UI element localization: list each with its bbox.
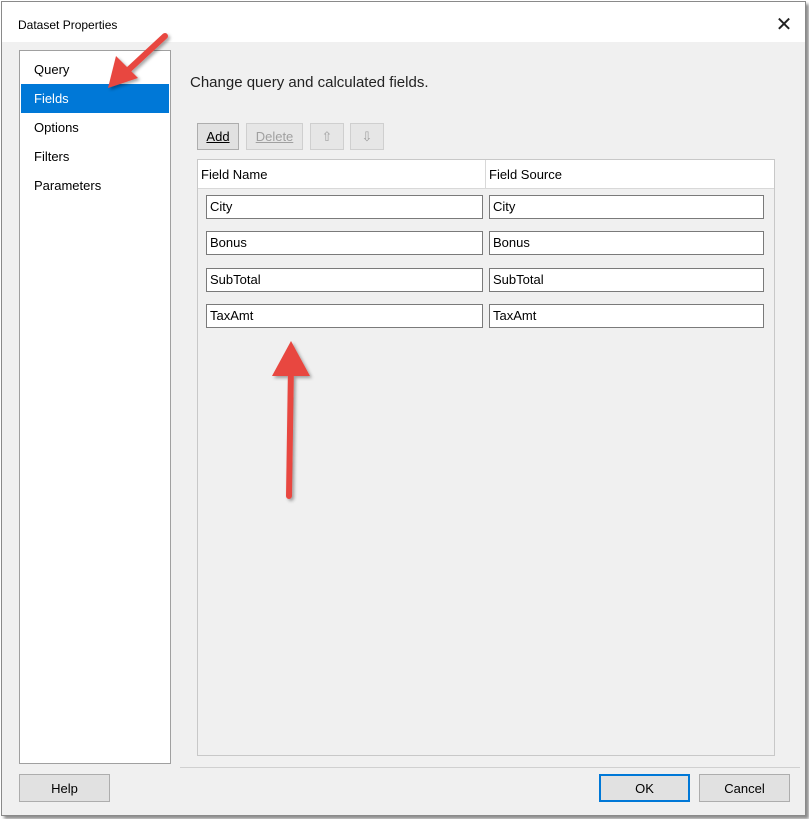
window-title: Dataset Properties [18,18,118,32]
field-name-input[interactable]: SubTotal [206,268,483,292]
delete-button[interactable]: Delete [246,123,303,150]
column-header-field-source: Field Source [489,167,562,182]
close-icon: ✕ [775,13,793,36]
field-source-input[interactable]: TaxAmt [489,304,764,328]
field-name-input[interactable]: Bonus [206,231,483,255]
field-source-input[interactable]: Bonus [489,231,764,255]
column-divider [485,160,486,188]
move-up-icon: ⇧ [321,128,333,144]
grid-header: Field Name Field Source [198,160,774,189]
move-up-button[interactable]: ⇧ [310,123,344,150]
add-button[interactable]: Add [197,123,239,150]
footer-divider [180,767,800,768]
dataset-properties-dialog: Dataset Properties ✕ Query Fields Option… [1,1,806,816]
move-down-button[interactable]: ⇩ [350,123,384,150]
title-bar: Dataset Properties ✕ [2,2,805,42]
field-source-input[interactable]: City [489,195,764,219]
field-name-input[interactable]: City [206,195,483,219]
sidebar-item-fields[interactable]: Fields [21,84,169,113]
page-title: Change query and calculated fields. [190,74,429,91]
sidebar-item-query[interactable]: Query [21,55,169,84]
move-down-icon: ⇩ [361,128,373,144]
cancel-button[interactable]: Cancel [699,774,790,802]
field-source-input[interactable]: SubTotal [489,268,764,292]
fields-grid: Field Name Field Source City City Bonus … [197,159,775,756]
column-header-field-name: Field Name [201,167,268,182]
close-button[interactable]: ✕ [771,11,797,37]
help-button[interactable]: Help [19,774,110,802]
field-name-input[interactable]: TaxAmt [206,304,483,328]
sidebar-item-filters[interactable]: Filters [21,142,169,171]
sidebar-nav: Query Fields Options Filters Parameters [19,50,171,764]
ok-button[interactable]: OK [599,774,690,802]
sidebar-item-options[interactable]: Options [21,113,169,142]
sidebar-item-parameters[interactable]: Parameters [21,171,169,200]
